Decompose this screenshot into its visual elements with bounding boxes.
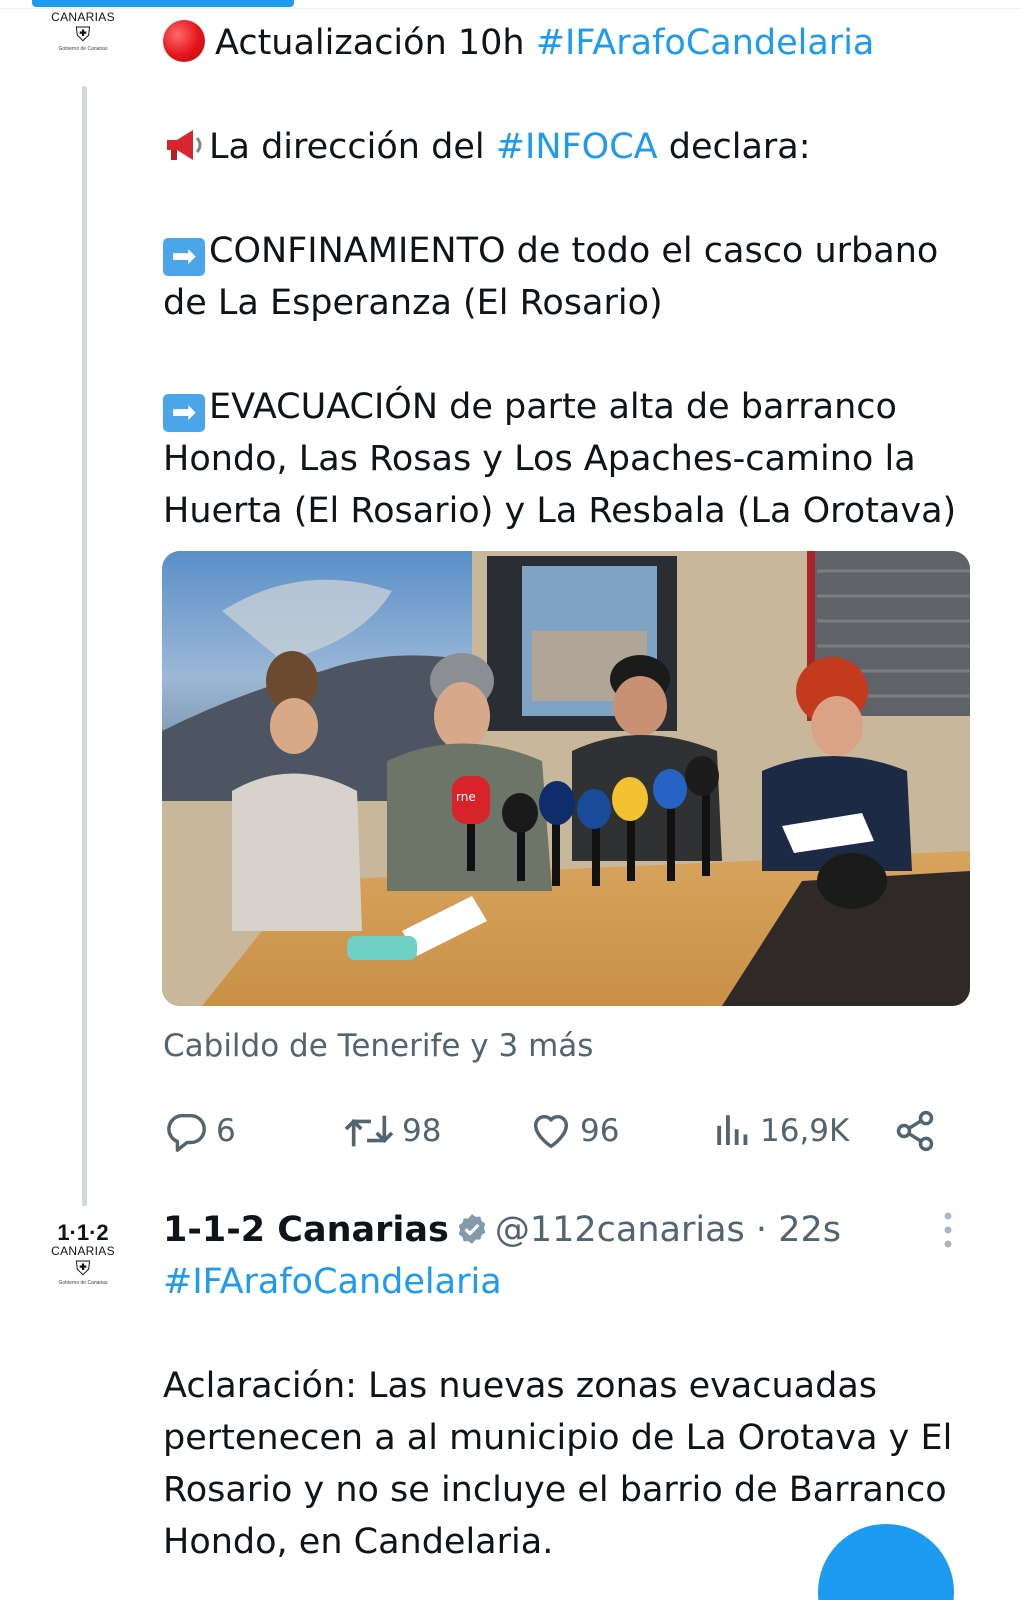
hashtag-link[interactable]: #INFOCA bbox=[496, 127, 658, 167]
views-icon bbox=[717, 1115, 748, 1145]
reply-button[interactable]: 6 bbox=[164, 1104, 236, 1158]
tweet-text-line: Hondo, en Candelaria. bbox=[163, 1522, 554, 1562]
tweet-text-line: Actualización 10h bbox=[215, 23, 536, 63]
tweet-text-line: CONFINAMIENTO de todo el casco urbano bbox=[209, 231, 939, 271]
tweet-text-line: Huerta (El Rosario) y La Resbala (La Oro… bbox=[163, 491, 957, 531]
verified-badge-icon bbox=[458, 1214, 486, 1244]
author-name[interactable]: 1-1-2 Canarias bbox=[163, 1210, 449, 1250]
tweet-body: Actualización 10h #IFArafoCandelaria La … bbox=[163, 17, 983, 537]
tweet-text-line: Hondo, Las Rosas y Los Apaches-camino la bbox=[163, 439, 916, 479]
tweet-photo[interactable]: rne bbox=[162, 551, 970, 1006]
photo-tags-caption[interactable]: Cabildo de Tenerife y 3 más bbox=[163, 1028, 593, 1064]
heart-icon bbox=[533, 1114, 569, 1149]
thread-line bbox=[82, 86, 87, 1206]
tweet-body: #IFArafoCandelaria Aclaración: Las nueva… bbox=[163, 1256, 983, 1568]
tweet-timestamp[interactable]: 22s bbox=[778, 1210, 841, 1250]
coat-of-arms-icon: ⛨ bbox=[75, 1258, 91, 1280]
right-arrow-icon: ➡ bbox=[163, 238, 205, 276]
avatar-small-label: Gobierno de Canarias bbox=[58, 46, 108, 52]
red-circle-icon bbox=[163, 20, 205, 62]
tweet-text-line: Rosario y no se incluye el barrio de Bar… bbox=[163, 1470, 947, 1510]
tweet-text-line: La dirección del bbox=[209, 127, 496, 167]
tweet-header: 1-1-2 Canarias @112canarias · 22s bbox=[163, 1204, 963, 1256]
right-arrow-icon: ➡ bbox=[163, 394, 205, 432]
author-avatar[interactable]: 1·1·2 CANARIAS ⛨ Gobierno de Canarias bbox=[33, 1222, 133, 1304]
tweet-text-line: EVACUACIÓN de parte alta de barranco bbox=[209, 387, 897, 427]
reply-count: 6 bbox=[216, 1113, 236, 1149]
tweet-text-line: Aclaración: Las nuevas zonas evacuadas bbox=[163, 1366, 878, 1406]
like-count: 96 bbox=[580, 1113, 620, 1149]
author-handle[interactable]: @112canarias bbox=[495, 1210, 745, 1250]
share-icon bbox=[896, 1110, 934, 1152]
share-button[interactable] bbox=[893, 1104, 943, 1158]
avatar-org-label: CANARIAS bbox=[51, 10, 115, 24]
separator-dot: · bbox=[755, 1210, 768, 1250]
divider bbox=[0, 8, 1021, 9]
hashtag-link[interactable]: #IFArafoCandelaria bbox=[163, 1262, 502, 1302]
hashtag-link[interactable]: #IFArafoCandelaria bbox=[536, 23, 875, 63]
tweet-text-line: pertenecen a al municipio de La Orotava … bbox=[163, 1418, 953, 1458]
avatar-number-label: 1·1·2 bbox=[57, 1220, 109, 1245]
coat-of-arms-icon: ⛨ bbox=[75, 24, 91, 46]
press-conference-photo: rne bbox=[162, 551, 970, 1006]
views-button[interactable]: 16,9K bbox=[712, 1104, 849, 1158]
author-avatar[interactable]: CANARIAS ⛨ Gobierno de Canarias bbox=[33, 10, 133, 92]
retweet-icon bbox=[344, 1115, 394, 1147]
views-count: 16,9K bbox=[760, 1113, 850, 1149]
loading-progress-bar bbox=[32, 0, 294, 7]
avatar-small-label: Gobierno de Canarias bbox=[58, 1280, 108, 1286]
photo-mic-label: rne bbox=[456, 790, 476, 804]
timeline: CANARIAS ⛨ Gobierno de Canarias Actualiz… bbox=[0, 0, 1021, 1600]
like-button[interactable]: 96 bbox=[528, 1104, 619, 1158]
retweet-button[interactable]: 98 bbox=[342, 1104, 441, 1158]
avatar-org-label: CANARIAS bbox=[51, 1244, 115, 1258]
reply-icon bbox=[167, 1113, 206, 1152]
more-options-icon[interactable] bbox=[940, 1210, 956, 1250]
tweet-text-line: de La Esperanza (El Rosario) bbox=[163, 283, 663, 323]
retweet-count: 98 bbox=[402, 1113, 442, 1149]
megaphone-icon bbox=[167, 130, 202, 160]
tweet-text-line: declara: bbox=[657, 127, 811, 167]
